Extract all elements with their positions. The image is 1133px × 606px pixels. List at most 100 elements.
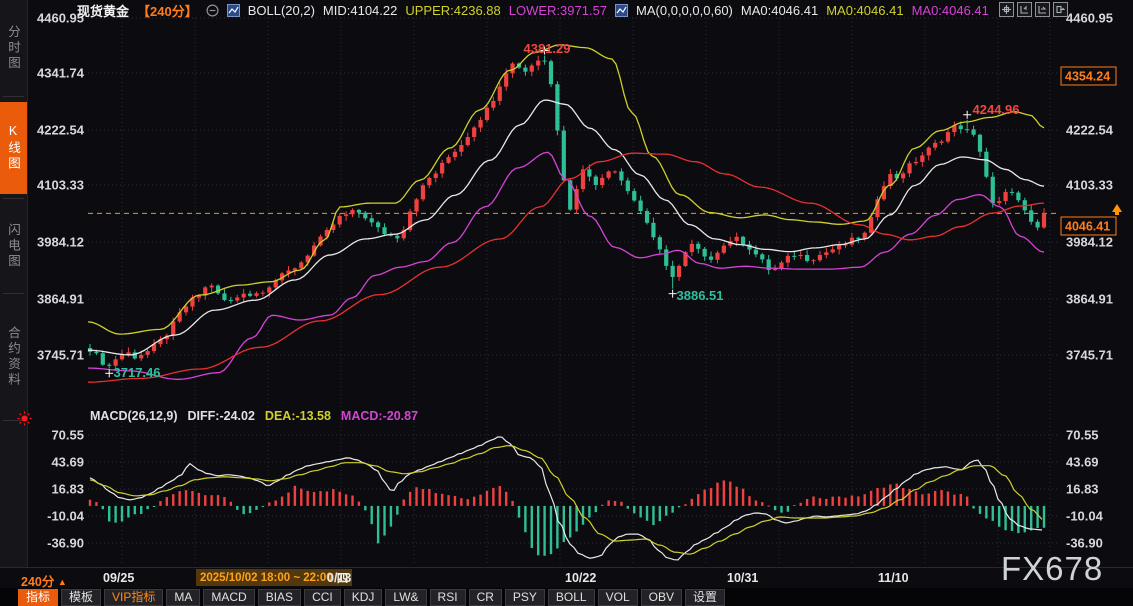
- chart-canvas[interactable]: 3717.46 4381.29 3886.51 4244.96 4460.95 4341.…: [0, 0, 1133, 606]
- svg-text:16.83: 16.83: [1066, 482, 1099, 497]
- macd-params: MACD(26,12,9): [90, 409, 178, 423]
- svg-text:43.69: 43.69: [1066, 455, 1099, 470]
- x-axis-date-label: 10/31: [727, 571, 758, 585]
- x-axis-date-label: 10/22: [565, 571, 596, 585]
- toolbar-button-settings[interactable]: 设置: [685, 589, 725, 606]
- overlay-boll-upper: [88, 45, 1044, 334]
- svg-text:16.83: 16.83: [51, 482, 84, 497]
- symbol-title: 现货黄金: [77, 1, 129, 20]
- ma-value-1: MA0:4046.41: [741, 3, 818, 18]
- svg-text:3984.12: 3984.12: [1066, 235, 1113, 250]
- sidebar-divider: [3, 96, 24, 97]
- svg-text:3864.91: 3864.91: [1066, 292, 1113, 307]
- extreme-markers: 3717.46 4381.29 3886.51 4244.96: [105, 41, 1019, 380]
- price-annotation: 4381.29: [524, 41, 571, 56]
- macd-diff-value: DIFF:-24.02: [188, 409, 255, 423]
- window-controls: [999, 2, 1068, 17]
- svg-text:-10.04: -10.04: [47, 509, 85, 524]
- macd-lines: [90, 437, 1042, 560]
- toolbar-button-vol[interactable]: VOL: [598, 589, 638, 606]
- indicator-toolbar: 指标模板VIP指标MAMACDBIASCCIKDJLW&RSICRPSYBOLL…: [0, 588, 1133, 606]
- x-axis-date-label: 11/10: [878, 571, 909, 585]
- sidebar-divider: [3, 198, 24, 199]
- topbar: 现货黄金 【240分】 BOLL(20,2) MID:4104.22 UPPER…: [77, 2, 989, 18]
- watermark: FX678: [1001, 550, 1103, 588]
- svg-text:4460.95: 4460.95: [1066, 11, 1113, 26]
- svg-text:4222.54: 4222.54: [1066, 123, 1114, 138]
- chevron-up-icon: ▲: [58, 577, 67, 587]
- toolbar-button-rsi[interactable]: RSI: [430, 589, 466, 606]
- toolbar-button-template[interactable]: 模板: [61, 589, 101, 606]
- toolbar-button-psy[interactable]: PSY: [505, 589, 545, 606]
- price-badges: 4354.24 4046.41: [1061, 67, 1122, 235]
- overlay-boll-lower: [88, 152, 1044, 379]
- export-icon[interactable]: [1053, 2, 1068, 17]
- toolbar-button-macd[interactable]: MACD: [203, 589, 254, 606]
- price-arrow-icon: [1112, 204, 1122, 212]
- toolbar-button-vip-indicator[interactable]: VIP指标: [104, 589, 163, 606]
- x-axis-date-label: 09/25: [103, 571, 134, 585]
- overlay-boll-mid: [88, 100, 1044, 355]
- ma-indicator-icon[interactable]: [615, 4, 628, 17]
- toolbar-button-cci[interactable]: CCI: [304, 589, 341, 606]
- macd-dea-value: DEA:-13.58: [265, 409, 331, 423]
- boll-lower-value: LOWER:3971.57: [509, 3, 607, 18]
- svg-text:-10.04: -10.04: [1066, 509, 1104, 524]
- toolbar-button-bias[interactable]: BIAS: [258, 589, 301, 606]
- svg-text:3745.71: 3745.71: [37, 348, 84, 363]
- ma-value-2: MA0:4046.41: [826, 3, 903, 18]
- toolbar-button-obv[interactable]: OBV: [641, 589, 682, 606]
- sidebar-item-contract-info[interactable]: 合约资料: [0, 297, 27, 417]
- x-axis-date-label: 0/13: [327, 571, 351, 585]
- ma-value-3: MA0:4046.41: [912, 3, 989, 18]
- boll-params: BOLL(20,2): [248, 3, 315, 18]
- alert-icon[interactable]: [17, 411, 32, 426]
- svg-text:3984.12: 3984.12: [37, 235, 84, 250]
- svg-text:4222.54: 4222.54: [37, 123, 85, 138]
- period-label[interactable]: 【240分】: [137, 1, 198, 20]
- svg-text:4046.41: 4046.41: [1065, 220, 1110, 234]
- svg-text:70.55: 70.55: [1066, 428, 1099, 443]
- svg-text:-36.90: -36.90: [47, 536, 84, 551]
- svg-text:4103.33: 4103.33: [1066, 178, 1113, 193]
- macd-histogram: [89, 480, 1045, 555]
- price-annotation: 3717.46: [114, 365, 161, 380]
- sidebar-item-flash-chart[interactable]: 闪电图: [0, 202, 27, 290]
- macd-line-diff_path: [90, 437, 1042, 560]
- toolbar-button-lw[interactable]: LW&: [385, 589, 426, 606]
- candlesticks: [88, 56, 1046, 369]
- toolbar-button-indicator[interactable]: 指标: [18, 589, 58, 606]
- range-text: 2025/10/02 18:00 ~ 22:00: [200, 572, 333, 584]
- svg-text:4103.33: 4103.33: [37, 178, 84, 193]
- macd-macd-value: MACD:-20.87: [341, 409, 418, 423]
- toolbar-button-boll[interactable]: BOLL: [548, 589, 595, 606]
- toolbar-button-cr[interactable]: CR: [469, 589, 502, 606]
- sidebar-item-kline-chart[interactable]: K线图: [0, 102, 27, 194]
- sidebar-divider: [3, 293, 24, 294]
- svg-text:70.55: 70.55: [51, 428, 84, 443]
- boll-upper-value: UPPER:4236.88: [405, 3, 500, 18]
- toolbar-button-kdj[interactable]: KDJ: [344, 589, 383, 606]
- collapse-icon[interactable]: [206, 4, 219, 17]
- axis-zoom-icon[interactable]: [1017, 2, 1032, 17]
- price-annotation: 3886.51: [677, 288, 724, 303]
- svg-text:-36.90: -36.90: [1066, 536, 1103, 551]
- svg-text:3864.91: 3864.91: [37, 292, 84, 307]
- axis-pan-icon[interactable]: [1035, 2, 1050, 17]
- boll-indicator-icon[interactable]: [227, 4, 240, 17]
- toolbar-button-ma[interactable]: MA: [166, 589, 200, 606]
- overlay-ma60: [88, 153, 1044, 382]
- sidebar-item-time-chart[interactable]: 分时图: [0, 4, 27, 92]
- macd-header: MACD(26,12,9) DIFF:-24.02 DEA:-13.58 MAC…: [90, 409, 418, 423]
- svg-text:3745.71: 3745.71: [1066, 348, 1113, 363]
- sidebar: 分时图 K线图闪电图合约资料: [0, 0, 28, 570]
- boll-mid-value: MID:4104.22: [323, 3, 397, 18]
- gridlines: [88, 18, 1060, 563]
- price-annotation: 4244.96: [973, 102, 1020, 117]
- ma-params: MA(0,0,0,0,0,60): [636, 3, 733, 18]
- svg-text:4341.74: 4341.74: [37, 66, 85, 81]
- crosshair-icon[interactable]: [999, 2, 1014, 17]
- xaxis-row: 240分 ▲ 2025/10/02 18:00 ~ 22:00 四 09/250…: [0, 567, 1133, 589]
- interval-text: 240分: [21, 575, 54, 589]
- svg-text:4354.24: 4354.24: [1065, 70, 1110, 84]
